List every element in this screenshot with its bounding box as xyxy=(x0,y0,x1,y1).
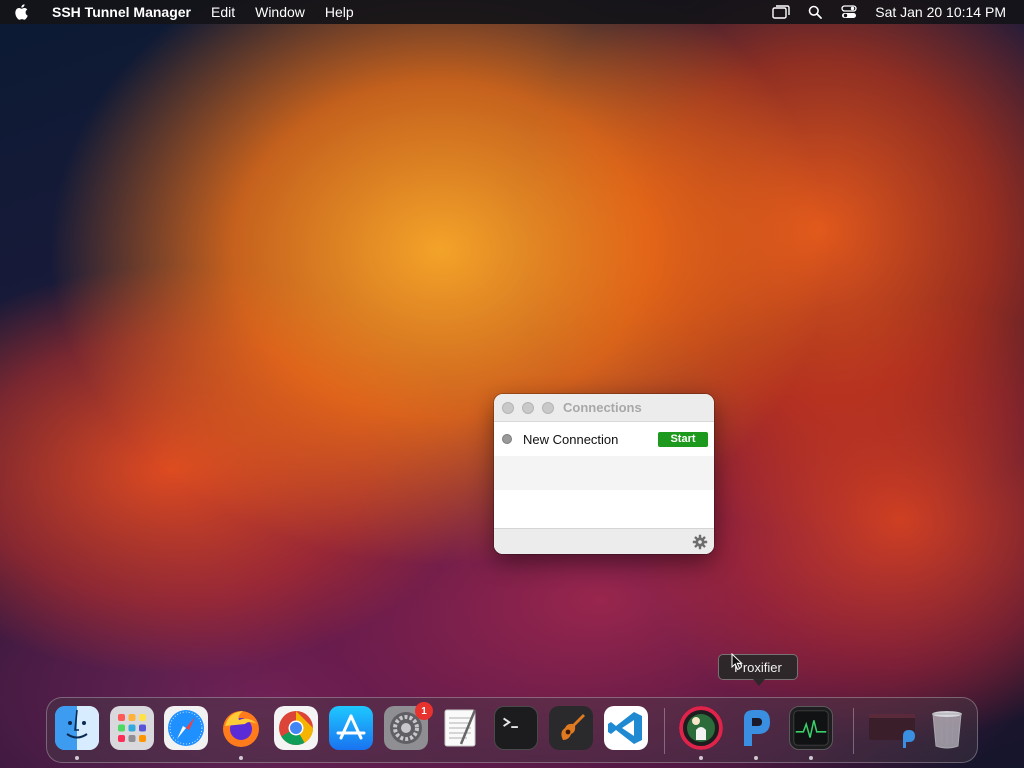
running-indicator xyxy=(239,756,243,760)
terminal-icon[interactable] xyxy=(494,706,538,750)
minimized-window-icon[interactable] xyxy=(867,706,919,750)
running-indicator xyxy=(75,756,79,760)
empty-list-row xyxy=(494,456,714,490)
status-area: Sat Jan 20 10:14 PM xyxy=(757,4,1006,20)
window-menu[interactable]: Window xyxy=(255,4,305,20)
textedit-icon[interactable] xyxy=(439,706,483,750)
dock-divider xyxy=(853,708,854,754)
app-name-menu[interactable]: SSH Tunnel Manager xyxy=(52,4,191,20)
running-indicator xyxy=(809,756,813,760)
firefox-icon[interactable] xyxy=(219,706,263,750)
spotlight-search-icon[interactable] xyxy=(805,4,825,20)
connection-row[interactable]: New Connection Start xyxy=(494,422,714,456)
running-indicator xyxy=(699,756,703,760)
dock-tooltip: Proxifier xyxy=(718,654,798,686)
garageband-icon[interactable] xyxy=(549,706,593,750)
control-center-icon[interactable] xyxy=(839,4,859,20)
app-store-icon[interactable] xyxy=(329,706,373,750)
running-indicator xyxy=(754,756,758,760)
notification-badge: 1 xyxy=(415,702,433,720)
connections-window: Connections New Connection Start xyxy=(494,394,714,554)
screen-mirroring-icon[interactable] xyxy=(771,4,791,20)
edit-menu[interactable]: Edit xyxy=(211,4,235,20)
window-footer xyxy=(494,528,714,554)
activity-monitor-icon[interactable] xyxy=(789,706,833,750)
gear-icon[interactable] xyxy=(692,534,708,550)
minimize-window-button[interactable] xyxy=(522,401,534,414)
menu-bar: SSH Tunnel Manager Edit Window Help Sat … xyxy=(0,0,1024,24)
launchpad-icon[interactable] xyxy=(110,706,154,750)
proxifier-icon[interactable] xyxy=(734,706,778,750)
connection-status-icon xyxy=(502,434,512,444)
window-titlebar[interactable]: Connections xyxy=(494,394,714,422)
empty-list-row xyxy=(494,490,714,524)
window-title: Connections xyxy=(563,400,642,415)
chrome-icon[interactable] xyxy=(274,706,318,750)
close-window-button[interactable] xyxy=(502,401,514,414)
vscode-icon[interactable] xyxy=(604,706,648,750)
connection-name: New Connection xyxy=(523,431,619,447)
help-menu[interactable]: Help xyxy=(325,4,354,20)
menu-bar-clock[interactable]: Sat Jan 20 10:14 PM xyxy=(875,4,1006,20)
mouse-cursor-icon xyxy=(731,653,743,671)
dock-divider xyxy=(664,708,665,754)
safari-icon[interactable] xyxy=(164,706,208,750)
apple-menu-icon[interactable] xyxy=(14,4,42,20)
trash-icon[interactable] xyxy=(925,706,969,750)
zoom-window-button[interactable] xyxy=(542,401,554,414)
finder-icon[interactable] xyxy=(55,706,99,750)
ssh-tunnel-manager-icon[interactable] xyxy=(679,706,723,750)
start-connection-button[interactable]: Start xyxy=(658,431,708,447)
dock: 1 xyxy=(46,697,978,763)
